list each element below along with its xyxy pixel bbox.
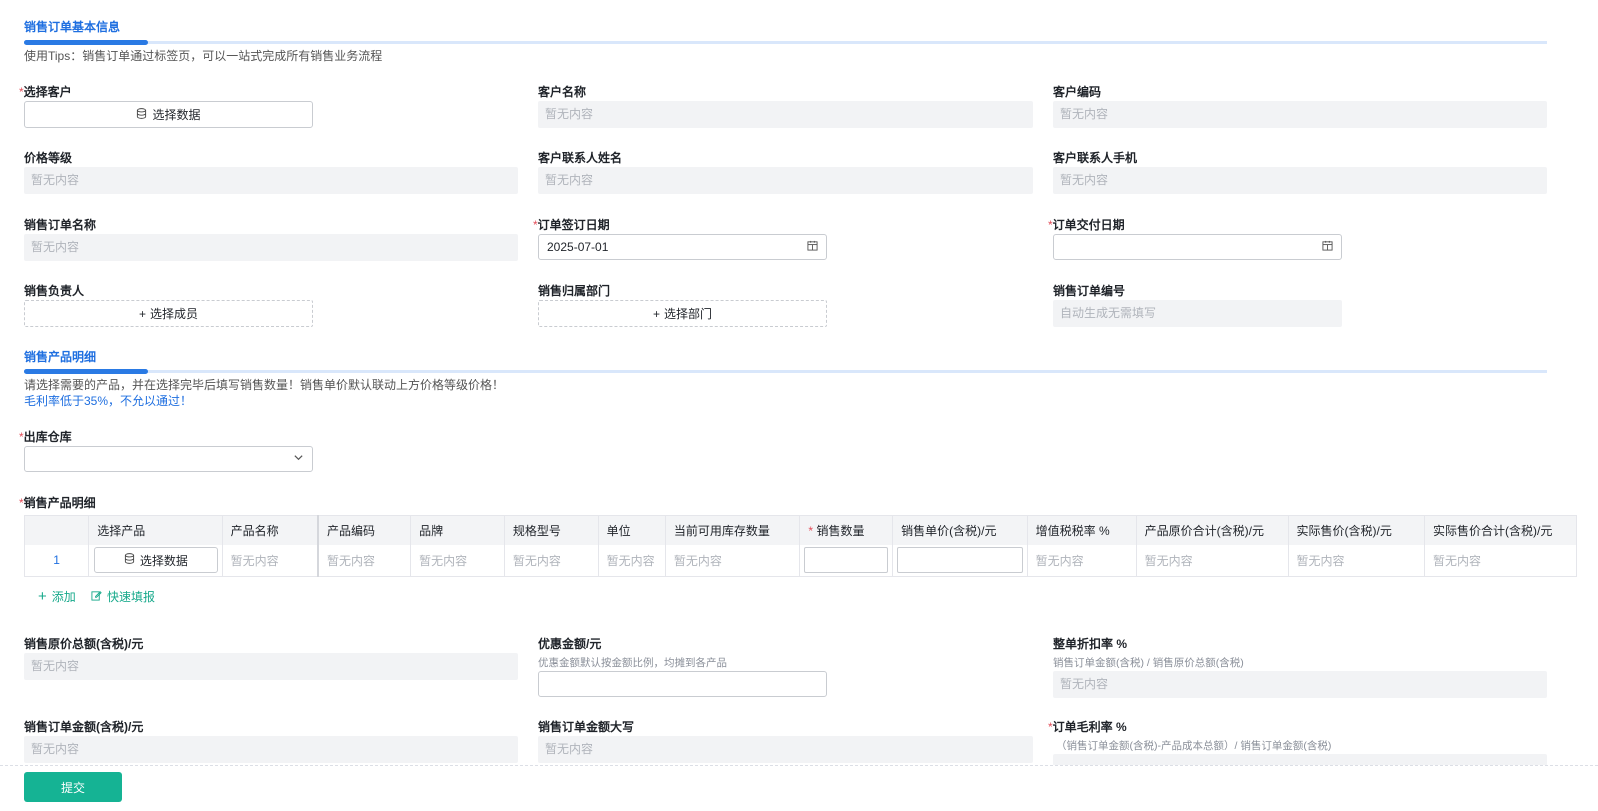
table-header: 产品原价合计(含税)/元 xyxy=(1136,515,1289,545)
sales-owner-label: 销售负责人 xyxy=(24,284,85,298)
delivery-date-input[interactable] xyxy=(1053,234,1342,260)
database-icon xyxy=(136,107,147,122)
submit-button[interactable]: 提交 xyxy=(24,772,122,802)
cell-actual-total: 暂无内容 xyxy=(1424,544,1577,577)
cell-unit: 暂无内容 xyxy=(598,544,666,577)
discount-rate-label: 整单折扣率 % xyxy=(1053,637,1128,651)
discount-rate-hint: 销售订单金额(含税) / 销售原价总额(含税) xyxy=(1053,657,1244,669)
table-header: 销售单价(含税)/元 xyxy=(892,515,1028,545)
table-header: 单位 xyxy=(598,515,666,545)
warehouse-label: *出库仓库 xyxy=(19,430,72,444)
product-tips-text: 请选择需要的产品，并在选择完毕后填写销售数量！销售单价默认联动上方价格等级价格！ xyxy=(24,378,505,392)
amount-uppercase-label: 销售订单金额大写 xyxy=(538,720,635,734)
cell-product-code: 暂无内容 xyxy=(317,544,412,577)
cell-stock: 暂无内容 xyxy=(665,544,801,577)
select-product-button[interactable]: 选择数据 xyxy=(94,547,218,574)
customer-code-label: 客户编码 xyxy=(1053,85,1102,99)
order-name-field: 暂无内容 xyxy=(24,234,518,261)
footer-bar xyxy=(0,765,1598,811)
product-table: 选择产品 产品名称 产品编码 品牌 规格型号 单位 当前可用库存数量 * 销售数… xyxy=(23,515,1577,577)
contact-phone-field: 暂无内容 xyxy=(1053,167,1547,194)
section-product-detail-title: 销售产品明细 xyxy=(24,350,97,364)
product-table-label: *销售产品明细 xyxy=(19,496,96,510)
sales-dept-label: 销售归属部门 xyxy=(538,284,611,298)
cell-spec: 暂无内容 xyxy=(504,544,599,577)
row-index: 1 xyxy=(23,544,90,577)
section-divider xyxy=(24,40,1547,45)
customer-select-label: *选择客户 xyxy=(19,85,72,99)
table-header: * 销售数量 xyxy=(799,515,894,545)
margin-warning-text: 毛利率低于35%，不允以通过！ xyxy=(24,394,193,408)
edit-icon xyxy=(91,590,102,604)
warehouse-select[interactable] xyxy=(24,446,313,472)
customer-name-label: 客户名称 xyxy=(538,85,587,99)
row-select-cell: 选择数据 xyxy=(88,544,223,577)
select-customer-button[interactable]: 选择数据 xyxy=(24,101,313,128)
contact-name-label: 客户联系人姓名 xyxy=(538,151,623,165)
price-level-label: 价格等级 xyxy=(24,151,73,165)
chevron-down-icon xyxy=(293,452,304,466)
customer-name-field: 暂无内容 xyxy=(538,101,1033,128)
sign-date-label: *订单签订日期 xyxy=(533,218,610,232)
original-total-field: 暂无内容 xyxy=(24,653,518,680)
table-header: 规格型号 xyxy=(504,515,599,545)
select-department-button[interactable]: + 选择部门 xyxy=(538,300,827,327)
table-header: 实际售价(含税)/元 xyxy=(1288,515,1426,545)
scrollbar[interactable] xyxy=(1584,0,1598,765)
contact-phone-label: 客户联系人手机 xyxy=(1053,151,1138,165)
cell-original-total: 暂无内容 xyxy=(1136,544,1289,577)
section-divider xyxy=(24,369,1547,374)
original-total-label: 销售原价总额(含税)/元 xyxy=(24,637,144,651)
price-level-field: 暂无内容 xyxy=(24,167,518,194)
sign-date-input[interactable]: 2025-07-01 xyxy=(538,234,827,260)
discount-rate-field: 暂无内容 xyxy=(1053,671,1547,698)
table-header-row: 选择产品 产品名称 产品编码 品牌 规格型号 单位 当前可用库存数量 * 销售数… xyxy=(23,515,1577,545)
cell-actual-price: 暂无内容 xyxy=(1288,544,1426,577)
table-header: 产品名称 xyxy=(222,515,319,545)
table-row: 1 选择数据 暂无内容 暂无内容 暂无内容 暂无内容 暂无内容 暂无内容 暂无内… xyxy=(23,544,1577,577)
table-header: 实际售价合计(含税)/元 xyxy=(1424,515,1577,545)
table-header: 产品编码 xyxy=(317,515,412,545)
calendar-icon xyxy=(807,240,818,254)
cell-brand: 暂无内容 xyxy=(410,544,505,577)
unit-price-input[interactable] xyxy=(897,547,1023,574)
contact-name-field: 暂无内容 xyxy=(538,167,1033,194)
cell-tax-rate: 暂无内容 xyxy=(1027,544,1137,577)
order-name-label: 销售订单名称 xyxy=(24,218,97,232)
plus-icon: + xyxy=(652,306,660,321)
cell-unit-price xyxy=(892,544,1028,577)
quick-fill-button[interactable]: 快速填报 xyxy=(91,588,155,605)
section-basic-info-title: 销售订单基本信息 xyxy=(24,20,121,34)
delivery-date-label: *订单交付日期 xyxy=(1048,218,1125,232)
amount-uppercase-field: 暂无内容 xyxy=(538,736,1033,763)
calendar-icon xyxy=(1322,240,1333,254)
order-no-label: 销售订单编号 xyxy=(1053,284,1126,298)
discount-amount-hint: 优惠金额默认按金额比例，均摊到各产品 xyxy=(538,657,727,669)
order-amount-label: 销售订单金额(含税)/元 xyxy=(24,720,144,734)
discount-amount-label: 优惠金额/元 xyxy=(538,637,602,651)
discount-amount-input[interactable] xyxy=(538,671,827,697)
select-member-button[interactable]: + 选择成员 xyxy=(24,300,313,327)
table-header-index xyxy=(23,515,90,545)
table-header: 增值税税率 % xyxy=(1027,515,1137,545)
order-amount-field: 暂无内容 xyxy=(24,736,518,763)
table-header: 品牌 xyxy=(410,515,505,545)
cell-product-name: 暂无内容 xyxy=(222,544,319,577)
gross-margin-hint: （销售订单金额(含税)-产品成本总额）/ 销售订单金额(含税) xyxy=(1056,740,1332,752)
order-no-field: 自动生成无需填写 xyxy=(1053,300,1342,327)
tips-text: 使用Tips：销售订单通过标签页，可以一站式完成所有销售业务流程 xyxy=(24,49,383,63)
plus-icon: + xyxy=(138,306,146,321)
table-header: 选择产品 xyxy=(88,515,223,545)
plus-icon: + xyxy=(38,587,47,605)
table-header: 当前可用库存数量 xyxy=(665,515,801,545)
add-row-button[interactable]: + 添加 xyxy=(38,588,76,605)
gross-margin-label: *订单毛利率 % xyxy=(1048,720,1127,734)
cell-quantity xyxy=(799,544,894,577)
database-icon xyxy=(124,553,135,567)
customer-code-field: 暂无内容 xyxy=(1053,101,1547,128)
quantity-input[interactable] xyxy=(804,547,889,574)
